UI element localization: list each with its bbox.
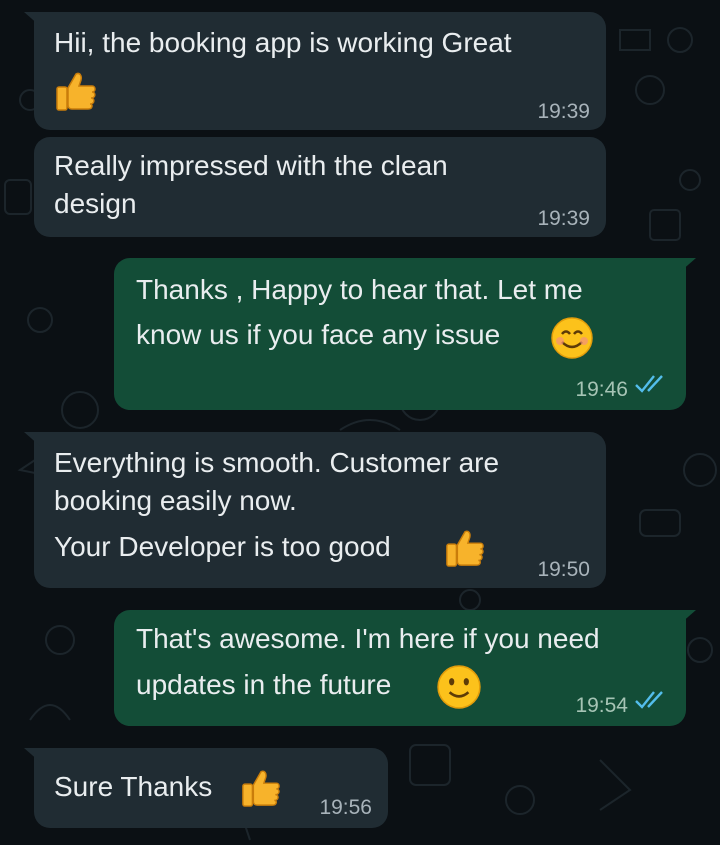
message-time: 19:39 <box>537 207 590 230</box>
message-text-line: know us if you face any issue <box>136 319 501 350</box>
message-time: 19:39 <box>537 100 590 123</box>
message-text: Hii, the booking app is working Great <box>54 27 512 58</box>
message-incoming-4[interactable]: Sure Thanks 19:56 <box>34 748 388 828</box>
message-incoming-2[interactable]: Really impressed with the clean design 1… <box>34 137 606 237</box>
thumbs-up-emoji <box>54 68 98 117</box>
thumbs-up-emoji <box>240 766 282 813</box>
slightly-smiling-face-emoji <box>436 664 482 715</box>
smiling-face-emoji <box>550 316 594 365</box>
message-incoming-3[interactable]: Everything is smooth. Customer are booki… <box>34 432 606 588</box>
message-text-line: design <box>54 188 137 219</box>
message-time: 19:56 <box>319 796 372 819</box>
message-time: 19:54 <box>575 694 628 717</box>
message-outgoing-1[interactable]: Thanks , Happy to hear that. Let me know… <box>114 258 686 410</box>
outgoing-bubble-tail <box>680 258 696 272</box>
incoming-bubble-tail <box>24 12 40 26</box>
message-text-line: Everything is smooth. Customer are <box>54 447 500 478</box>
message-outgoing-2[interactable]: That's awesome. I'm here if you need upd… <box>114 610 686 726</box>
message-incoming-1[interactable]: Hii, the booking app is working Great 19… <box>34 12 606 130</box>
message-time: 19:46 <box>575 378 628 401</box>
incoming-bubble-tail <box>24 432 40 446</box>
outgoing-bubble-tail <box>680 610 696 624</box>
message-text-line: Really impressed with the clean <box>54 150 448 181</box>
message-text-line: Your Developer is too good <box>54 531 391 562</box>
thumbs-up-emoji <box>444 526 486 573</box>
message-time: 19:50 <box>537 558 590 581</box>
read-ticks-icon <box>634 689 668 716</box>
message-text-line: That's awesome. I'm here if you need <box>136 623 600 654</box>
read-ticks-icon <box>634 373 668 400</box>
message-text-line: updates in the future <box>136 669 392 700</box>
message-text-line: Thanks , Happy to hear that. Let me <box>136 274 583 305</box>
incoming-bubble-tail <box>24 748 40 762</box>
message-text-line: booking easily now. <box>54 485 297 516</box>
message-text: Sure Thanks <box>54 771 213 802</box>
